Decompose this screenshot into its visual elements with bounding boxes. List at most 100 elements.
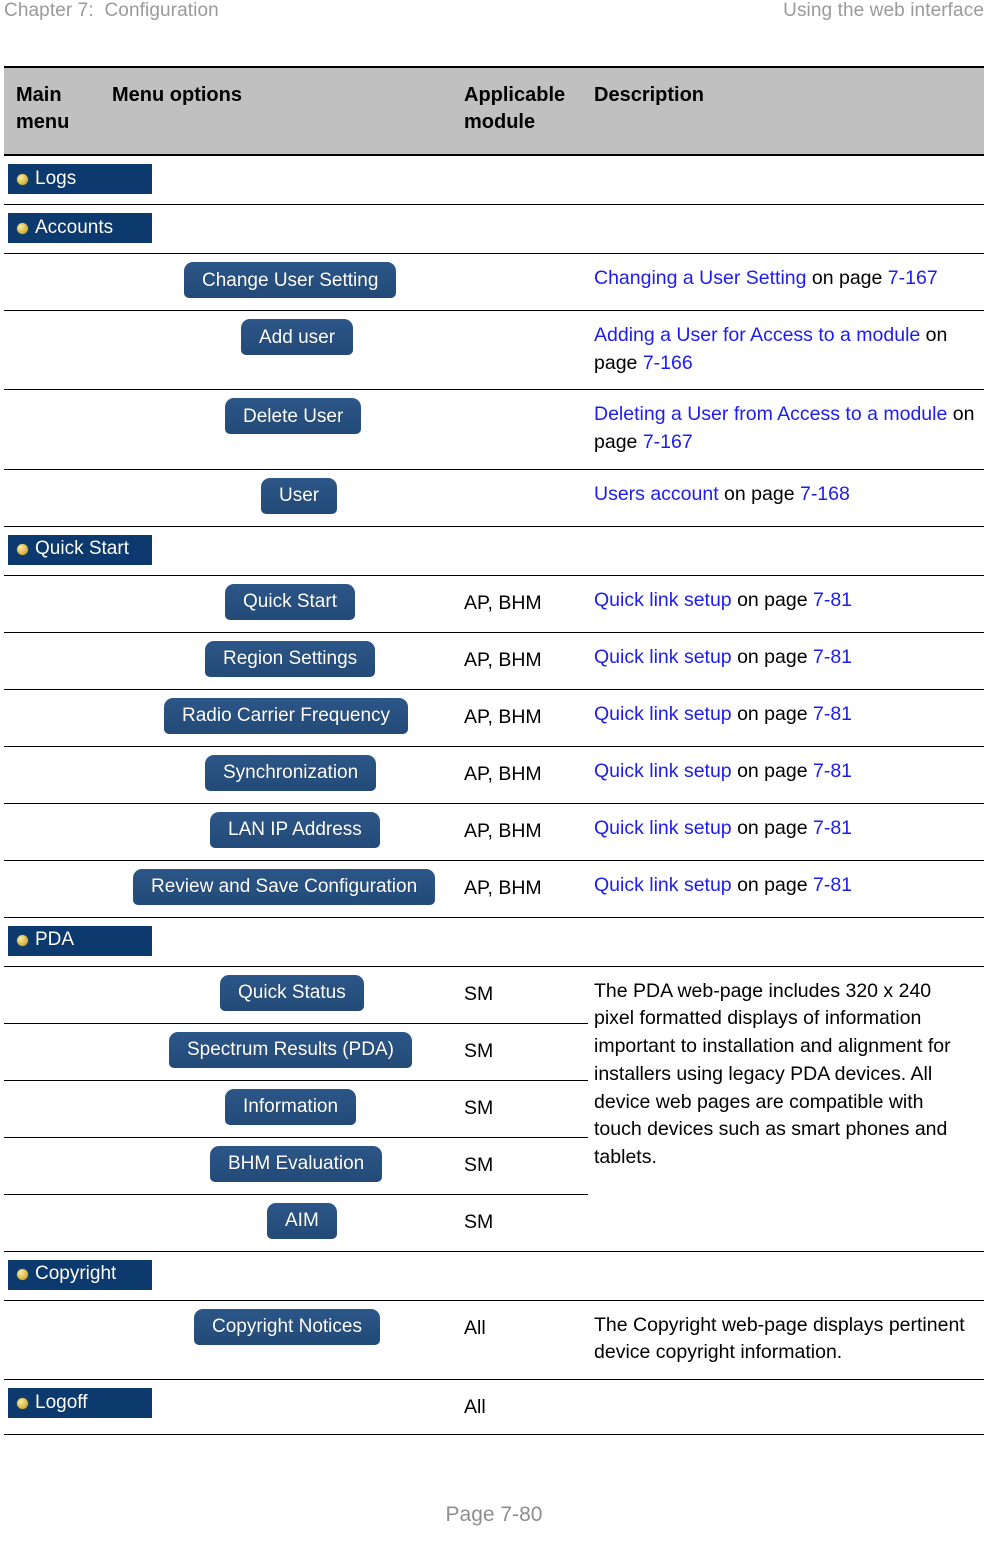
cell-applicable-module	[456, 310, 588, 391]
menu-option-button-region-settings[interactable]: Region Settings	[205, 640, 376, 677]
main-menu-bar-label: Accounts	[35, 216, 114, 238]
applicable-module-value: AP, BHM	[464, 762, 542, 785]
main-menu-bar-logoff[interactable]: Logoff	[8, 1388, 152, 1419]
cell-description: Changing a User Setting on page 7-167	[588, 253, 984, 311]
cell-menu-options: Quick Status	[100, 966, 456, 1024]
cell-menu-options: Copyright Notices	[100, 1300, 456, 1381]
cell-applicable-module: AP, BHM	[456, 575, 588, 633]
cross-reference-link[interactable]: Quick link setup	[594, 760, 732, 782]
cell-applicable-module: SM	[456, 1080, 588, 1138]
table-row: Accounts	[4, 204, 984, 254]
cross-reference-link[interactable]: Changing a User Setting	[594, 267, 806, 289]
cell-menu-options	[100, 155, 456, 205]
cell-main-menu	[4, 803, 100, 861]
cell-main-menu	[4, 689, 100, 747]
table-row: User Users account on page 7-168	[4, 469, 984, 527]
cell-main-menu	[4, 469, 100, 527]
menu-option-button-row: Quick Start	[104, 583, 452, 620]
cell-applicable-module	[456, 469, 588, 527]
cell-applicable-module: AP, BHM	[456, 803, 588, 861]
description-static-text: on page	[731, 588, 813, 611]
cross-reference-link[interactable]: Users account	[594, 483, 719, 505]
table-row: Add user Adding a User for Access to a mo…	[4, 310, 984, 391]
table-row: Copyright Notices All The Copyright web-pa…	[4, 1300, 984, 1381]
cross-reference-link[interactable]: 7-168	[800, 483, 850, 505]
table-row: Synchronization AP, BHM Quick link setup o…	[4, 746, 984, 804]
cell-applicable-module: AP, BHM	[456, 689, 588, 747]
menu-option-button-bhm-evaluation[interactable]: BHM Evaluation	[210, 1145, 383, 1182]
cross-reference-link[interactable]: 7-81	[813, 646, 852, 668]
cell-main-menu	[4, 1023, 100, 1081]
cross-reference-link[interactable]: Quick link setup	[594, 817, 732, 839]
menu-option-button-change-user-setting[interactable]: Change User Setting	[184, 262, 397, 298]
cross-reference-link[interactable]: 7-81	[813, 703, 852, 725]
cross-reference-link[interactable]: 7-81	[813, 589, 852, 611]
description-static-text: on page	[731, 873, 813, 896]
cell-applicable-module	[456, 389, 588, 470]
cell-menu-options	[100, 1251, 456, 1301]
table-row: PDA	[4, 917, 984, 967]
cell-main-menu: PDA	[4, 917, 152, 967]
main-menu-bar-accounts[interactable]: Accounts	[8, 213, 152, 243]
menu-option-button-user[interactable]: User	[261, 477, 338, 514]
menu-option-button-row: Synchronization	[104, 754, 452, 791]
menu-option-button-delete-user[interactable]: Delete User	[225, 398, 362, 435]
menu-option-button-synchronization[interactable]: Synchronization	[205, 754, 377, 791]
gold-bullet-icon	[17, 544, 28, 556]
menu-option-button-add-user[interactable]: Add user	[241, 319, 354, 355]
cell-menu-options	[100, 1379, 456, 1435]
cross-reference-link[interactable]: 7-166	[643, 352, 693, 374]
cell-menu-options: User	[100, 469, 456, 527]
cell-description: Quick link setup on page 7-81	[588, 575, 984, 633]
main-menu-bar-copyright[interactable]: Copyright	[8, 1259, 152, 1290]
cross-reference-link[interactable]: 7-81	[813, 874, 852, 896]
cross-reference-link[interactable]: Quick link setup	[594, 703, 732, 725]
cell-main-menu	[4, 575, 100, 633]
gold-bullet-icon	[17, 222, 28, 234]
gold-bullet-icon	[17, 173, 28, 185]
cross-reference-link[interactable]: Adding a User for Access to a module	[594, 324, 920, 346]
menu-option-button-aim[interactable]: AIM	[267, 1202, 337, 1239]
menu-option-button-quick-status[interactable]: Quick Status	[220, 974, 364, 1011]
cell-applicable-module: AP, BHM	[456, 746, 588, 804]
menu-option-button-copyright-notices[interactable]: Copyright Notices	[194, 1308, 380, 1345]
menu-option-button-review-and-save-configuration[interactable]: Review and Save Configuration	[133, 868, 436, 905]
cell-applicable-module	[456, 917, 588, 967]
column-header-menu-options: Menu options	[100, 66, 456, 156]
cross-reference-link[interactable]: Quick link setup	[594, 874, 732, 896]
menu-option-button-quick-start[interactable]: Quick Start	[225, 583, 355, 620]
cell-description: Quick link setup on page 7-81	[588, 803, 984, 861]
main-menu-bar-quick-start[interactable]: Quick Start	[8, 534, 152, 565]
main-menu-bar-label: Logoff	[35, 1391, 88, 1413]
menu-option-button-radio-carrier-frequency[interactable]: Radio Carrier Frequency	[164, 697, 409, 734]
description-static-text: on page	[806, 267, 888, 289]
cross-reference-link[interactable]: Deleting a User from Access to a module	[594, 403, 947, 425]
description-static-text: on page	[731, 816, 813, 839]
menu-option-button-spectrum-results-pda[interactable]: Spectrum Results (PDA)	[169, 1031, 412, 1068]
cell-main-menu	[4, 860, 100, 918]
cell-description: The Copyright web-page displays pertinen…	[588, 1300, 984, 1381]
menu-reference-table-wrapper: Main menu Menu options Applicable module…	[4, 66, 984, 1435]
cross-reference-link[interactable]: 7-167	[888, 267, 938, 289]
cross-reference-link[interactable]: 7-167	[643, 431, 693, 453]
cell-applicable-module	[456, 253, 588, 311]
table-row: Region Settings AP, BHM Quick link setup o…	[4, 632, 984, 690]
cell-description: Adding a User for Access to a module on …	[588, 310, 984, 391]
applicable-module-value: AP, BHM	[464, 591, 542, 614]
cross-reference-link[interactable]: Quick link setup	[594, 589, 732, 611]
cross-reference-link[interactable]: 7-81	[813, 760, 852, 782]
cross-reference-link[interactable]: Quick link setup	[594, 646, 732, 668]
cross-reference-link[interactable]: 7-81	[813, 817, 852, 839]
menu-option-button-lan-ip-address[interactable]: LAN IP Address	[210, 811, 380, 848]
column-header-main-menu: Main menu	[4, 66, 100, 156]
menu-option-button-information[interactable]: Information	[225, 1088, 357, 1125]
menu-option-button-row: Region Settings	[104, 640, 452, 677]
cell-main-menu	[4, 746, 100, 804]
description-text: The PDA web-page includes 320 x 240 pixe…	[594, 979, 951, 1168]
column-header-main-menu-line1: Main	[16, 84, 62, 106]
cell-description: Deleting a User from Access to a module …	[588, 389, 984, 470]
main-menu-bar-pda[interactable]: PDA	[8, 925, 152, 956]
menu-option-button-row: Radio Carrier Frequency	[104, 697, 452, 734]
cell-description: Quick link setup on page 7-81	[588, 746, 984, 804]
main-menu-bar-logs[interactable]: Logs	[8, 164, 152, 194]
